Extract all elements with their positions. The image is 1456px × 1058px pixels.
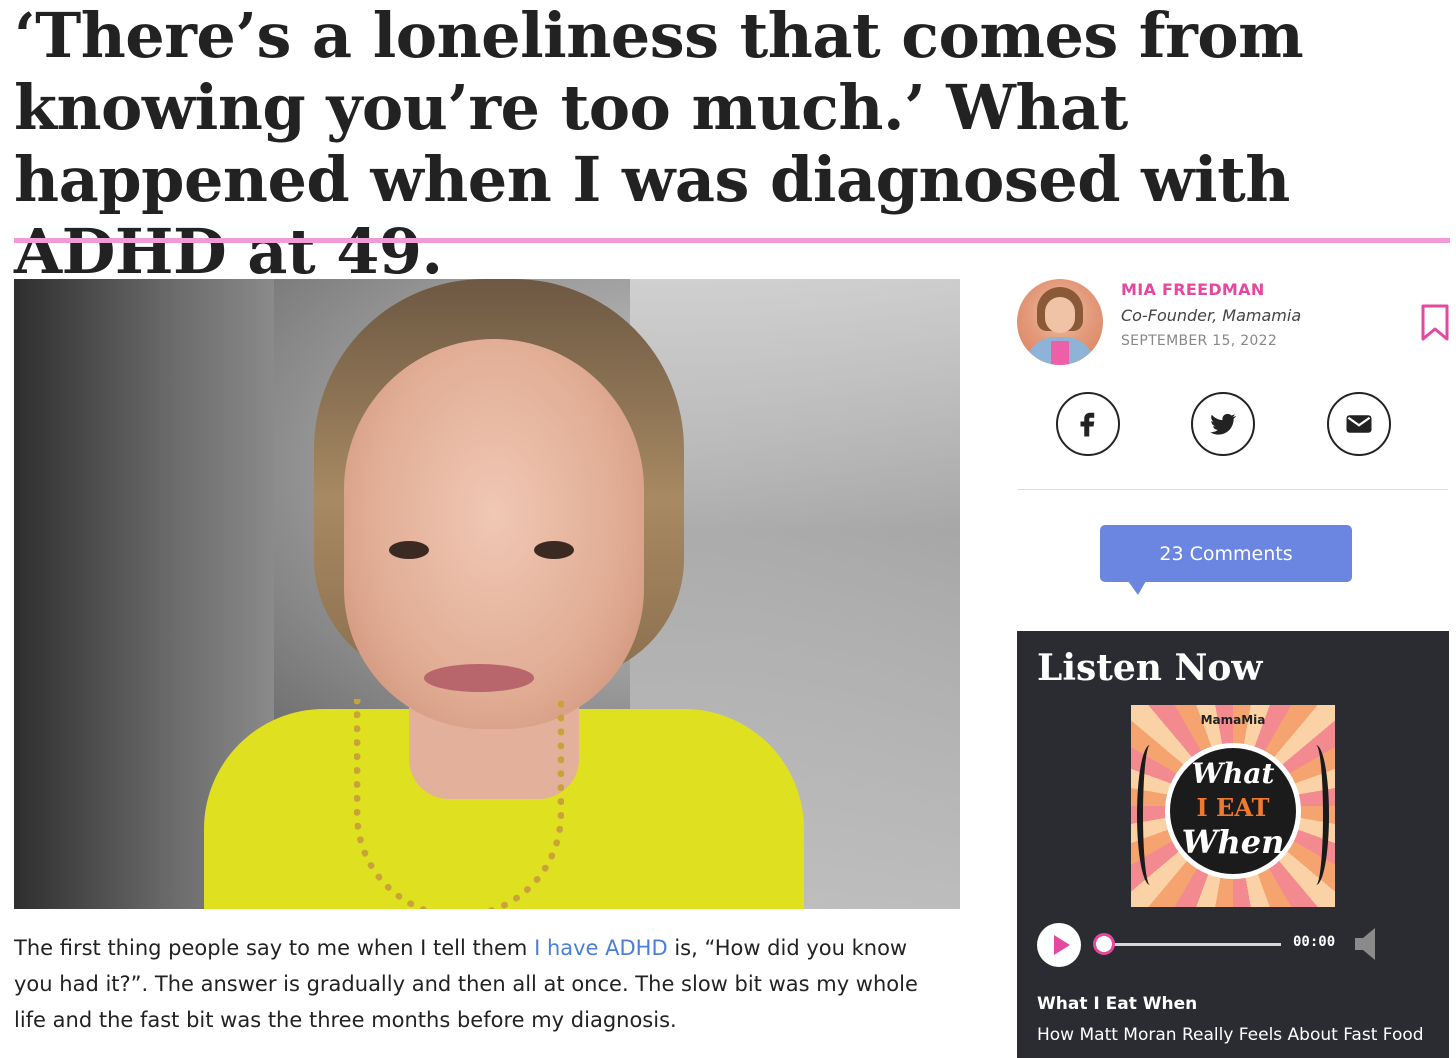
speech-bubble-tail-icon <box>1128 581 1146 595</box>
twitter-icon <box>1210 413 1237 435</box>
play-button[interactable] <box>1037 923 1081 967</box>
hero-photo <box>14 279 960 909</box>
audio-progress-track[interactable] <box>1107 943 1281 946</box>
author-role: Co-Founder, Mamamia <box>1121 306 1302 325</box>
cover-brand: MamaMia <box>1200 713 1266 727</box>
article-headline: ‘There’s a loneliness that comes from kn… <box>14 0 1304 288</box>
email-icon <box>1346 415 1372 433</box>
headline-divider <box>14 238 1450 243</box>
adhd-article-link[interactable]: I have ADHD <box>534 936 668 960</box>
publish-date: SEPTEMBER 15, 2022 <box>1121 333 1278 349</box>
author-name[interactable]: MIA FREEDMAN <box>1121 280 1265 299</box>
share-facebook-button[interactable] <box>1056 392 1120 456</box>
cover-word-3: When <box>1181 823 1285 861</box>
volume-icon[interactable] <box>1353 926 1379 962</box>
author-avatar[interactable] <box>1017 279 1103 365</box>
audio-time: 00:00 <box>1293 934 1336 950</box>
facebook-icon <box>1080 412 1095 437</box>
listen-now-title: Listen Now <box>1037 647 1263 689</box>
podcast-cover-art[interactable]: MamaMia What I EAT When <box>1131 705 1335 907</box>
share-twitter-button[interactable] <box>1191 392 1255 456</box>
sidebar-divider <box>1018 489 1448 490</box>
share-email-button[interactable] <box>1327 392 1391 456</box>
comments-button[interactable]: 23 Comments <box>1100 525 1352 582</box>
audio-progress-handle[interactable] <box>1093 933 1115 955</box>
bookmark-icon[interactable] <box>1420 304 1450 342</box>
article-body-paragraph: The first thing people say to me when I … <box>14 930 944 1038</box>
play-icon <box>1053 935 1070 955</box>
body-text-start: The first thing people say to me when I … <box>14 936 535 960</box>
podcast-show-name[interactable]: What I Eat When <box>1037 994 1197 1014</box>
cover-word-2: I EAT <box>1196 793 1270 822</box>
listen-now-panel: Listen Now MamaMia What I EAT When 00:00… <box>1017 631 1449 1058</box>
podcast-episode-title[interactable]: How Matt Moran Really Feels About Fast F… <box>1037 1022 1437 1048</box>
cover-word-1: What <box>1191 757 1275 790</box>
